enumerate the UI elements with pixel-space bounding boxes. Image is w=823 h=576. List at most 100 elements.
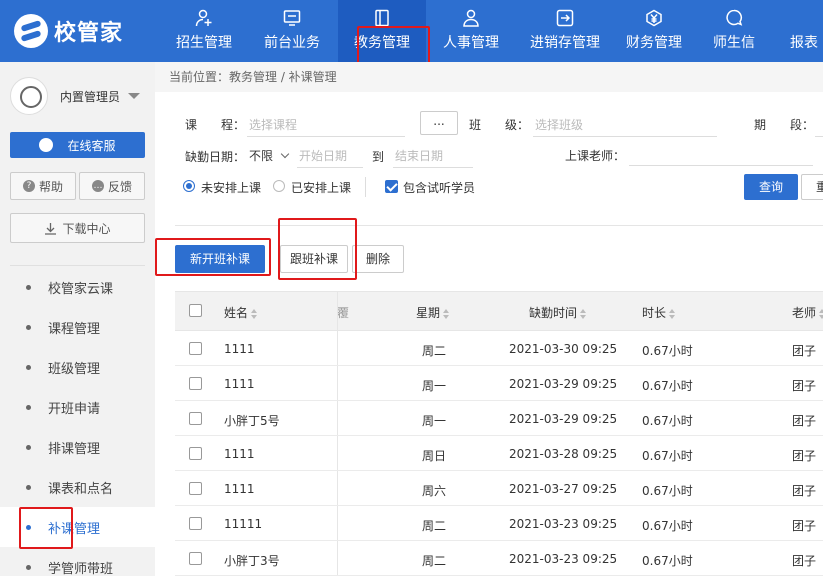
radio-scheduled[interactable] <box>273 180 285 192</box>
chat-bubble-icon <box>39 138 54 152</box>
sidebar-item-cloud-course[interactable]: 校管家云课 <box>0 267 155 307</box>
cell-name: 小胖丁5号 <box>224 414 280 428</box>
table-row[interactable]: 小胖丁5号 周一 2021-03-29 09:25 0.67小时 团子（ <box>175 401 823 436</box>
table-row[interactable]: 1111 周日 2021-03-28 09:25 0.67小时 团子（ <box>175 436 823 471</box>
column-header-teacher[interactable]: 老师 <box>792 304 823 321</box>
column-header-week[interactable]: 星期 <box>416 304 450 321</box>
sidebar-item-makeup-management[interactable]: 补课管理 <box>0 507 155 547</box>
column-header-duration[interactable]: 时长 <box>642 304 676 321</box>
cell-week: 周六 <box>422 484 447 498</box>
end-date-input[interactable]: 结束日期 <box>393 144 473 168</box>
nav-label: 招生管理 <box>176 35 232 51</box>
sort-icon <box>669 308 676 319</box>
nav-label: 进销存管理 <box>530 35 600 51</box>
nav-item-reports[interactable]: 报表 <box>774 0 823 62</box>
help-button[interactable]: ? 帮助 <box>10 172 76 200</box>
row-checkbox[interactable] <box>189 342 202 355</box>
sidebar-item-label: 校管家云课 <box>48 281 114 297</box>
download-center-button[interactable]: 下载中心 <box>10 213 145 243</box>
bullet-icon <box>26 324 31 330</box>
new-class-makeup-button[interactable]: 新开班补课 <box>175 245 265 273</box>
row-checkbox[interactable] <box>189 412 202 425</box>
online-service-button[interactable]: 在线客服 <box>10 132 145 158</box>
sidebar-item-class-management[interactable]: 班级管理 <box>0 347 155 387</box>
class-select-input[interactable]: 选择班级 <box>533 113 717 137</box>
cell-duration: 0.67小时 <box>642 344 693 358</box>
chevron-down-icon <box>128 93 141 99</box>
online-service-label: 在线客服 <box>67 138 116 153</box>
sidebar-item-tutor-class[interactable]: 学管师带班 <box>0 547 155 576</box>
person-add-icon <box>195 9 212 27</box>
reports-icon <box>790 9 808 27</box>
sidebar-item-class-application[interactable]: 开班申请 <box>0 387 155 427</box>
cell-absence-time: 2021-03-23 09:25 <box>509 552 618 566</box>
row-checkbox[interactable] <box>189 482 202 495</box>
column-header-name[interactable]: 姓名 <box>224 304 258 321</box>
row-checkbox[interactable] <box>189 517 202 530</box>
table-row[interactable]: 小胖丁3号 周二 2021-03-23 09:25 0.67小时 团子（ <box>175 541 823 576</box>
nav-item-messages[interactable]: 师生信 <box>694 0 774 62</box>
absence-date-mode-select[interactable]: 不限 <box>247 144 291 168</box>
course-browse-button[interactable]: ... <box>420 111 458 135</box>
nav-label: 教务管理 <box>354 35 410 51</box>
person-icon <box>463 9 479 27</box>
bullet-icon <box>26 564 31 570</box>
cell-teacher: 团子（ <box>792 519 823 533</box>
row-checkbox[interactable] <box>189 377 202 390</box>
avatar <box>10 77 48 115</box>
reset-button[interactable]: 重置 <box>801 174 823 200</box>
sidebar-item-label: 学管师带班 <box>48 561 114 576</box>
follow-class-makeup-button[interactable]: 跟班补课 <box>280 245 348 273</box>
query-button[interactable]: 查询 <box>744 174 798 200</box>
nav-item-inventory[interactable]: 进销存管理 <box>516 0 614 62</box>
table-row[interactable]: 11111 周二 2021-03-23 09:25 0.67小时 团子（ <box>175 506 823 541</box>
chevron-down-icon <box>280 149 290 159</box>
bullet-icon <box>26 364 31 370</box>
cell-teacher: 团子（ <box>792 449 823 463</box>
course-select-input[interactable]: 选择课程 <box>247 113 405 137</box>
table-row[interactable]: 1111 周一 2021-03-29 09:25 0.67小时 团子（ <box>175 366 823 401</box>
select-all-checkbox[interactable] <box>189 304 202 317</box>
teacher-select-input[interactable] <box>629 142 813 166</box>
radio-unscheduled[interactable] <box>183 180 195 192</box>
row-checkbox[interactable] <box>189 552 202 565</box>
nav-item-academic[interactable]: 教务管理 <box>338 0 426 62</box>
table-row[interactable]: 1111 周二 2021-03-30 09:25 0.67小时 团子（ <box>175 331 823 366</box>
main-content: 当前位置：教务管理 / 补课管理 课 程： 选择课程 ... 班 级： 选择班级… <box>155 62 823 576</box>
download-center-label: 下载中心 <box>62 221 111 236</box>
user-name: 内置管理员 <box>60 89 121 104</box>
sidebar-item-scheduling[interactable]: 排课管理 <box>0 427 155 467</box>
nav-item-hr[interactable]: 人事管理 <box>426 0 516 62</box>
cell-duration: 0.67小时 <box>642 484 693 498</box>
cell-name: 1111 <box>224 482 255 496</box>
column-header-label: 缺勤时间 <box>529 306 578 320</box>
user-menu[interactable]: 内置管理员 <box>10 76 150 116</box>
nav-label: 前台业务 <box>264 35 320 51</box>
sidebar-item-course-management[interactable]: 课程管理 <box>0 307 155 347</box>
start-date-input[interactable]: 开始日期 <box>297 144 363 168</box>
cell-teacher: 团子（ <box>792 554 823 568</box>
column-header-label: 星期 <box>416 306 441 320</box>
yen-icon <box>646 9 662 27</box>
table-row[interactable]: 1111 周六 2021-03-27 09:25 0.67小时 团子（ <box>175 471 823 506</box>
delete-button[interactable]: 删除 <box>352 245 404 273</box>
cell-absence-time: 2021-03-29 09:25 <box>509 377 618 391</box>
period-select-input[interactable] <box>815 113 823 137</box>
logo-icon <box>14 14 48 48</box>
nav-item-front-desk[interactable]: 前台业务 <box>246 0 338 62</box>
column-header-truncated: 覆 <box>337 306 350 320</box>
include-trial-checkbox[interactable] <box>385 180 398 193</box>
feedback-button[interactable]: … 反馈 <box>79 172 145 200</box>
logo-text: 校管家 <box>54 21 124 46</box>
cell-name: 1111 <box>224 342 255 356</box>
absence-date-mode-value: 不限 <box>249 149 274 163</box>
app-logo[interactable]: 校管家 <box>14 14 154 48</box>
nav-label: 财务管理 <box>626 35 682 51</box>
sidebar-item-timetable-rollcall[interactable]: 课表和点名 <box>0 467 155 507</box>
column-header-absence-time[interactable]: 缺勤时间 <box>529 304 587 321</box>
nav-item-finance[interactable]: 财务管理 <box>614 0 694 62</box>
sidebar-menu: 校管家云课 课程管理 班级管理 开班申请 排课管理 课表和点名 补课管理 学管师… <box>0 267 155 576</box>
row-checkbox[interactable] <box>189 447 202 460</box>
chat-icon <box>726 9 743 26</box>
nav-item-enrollment[interactable]: 招生管理 <box>162 0 246 62</box>
